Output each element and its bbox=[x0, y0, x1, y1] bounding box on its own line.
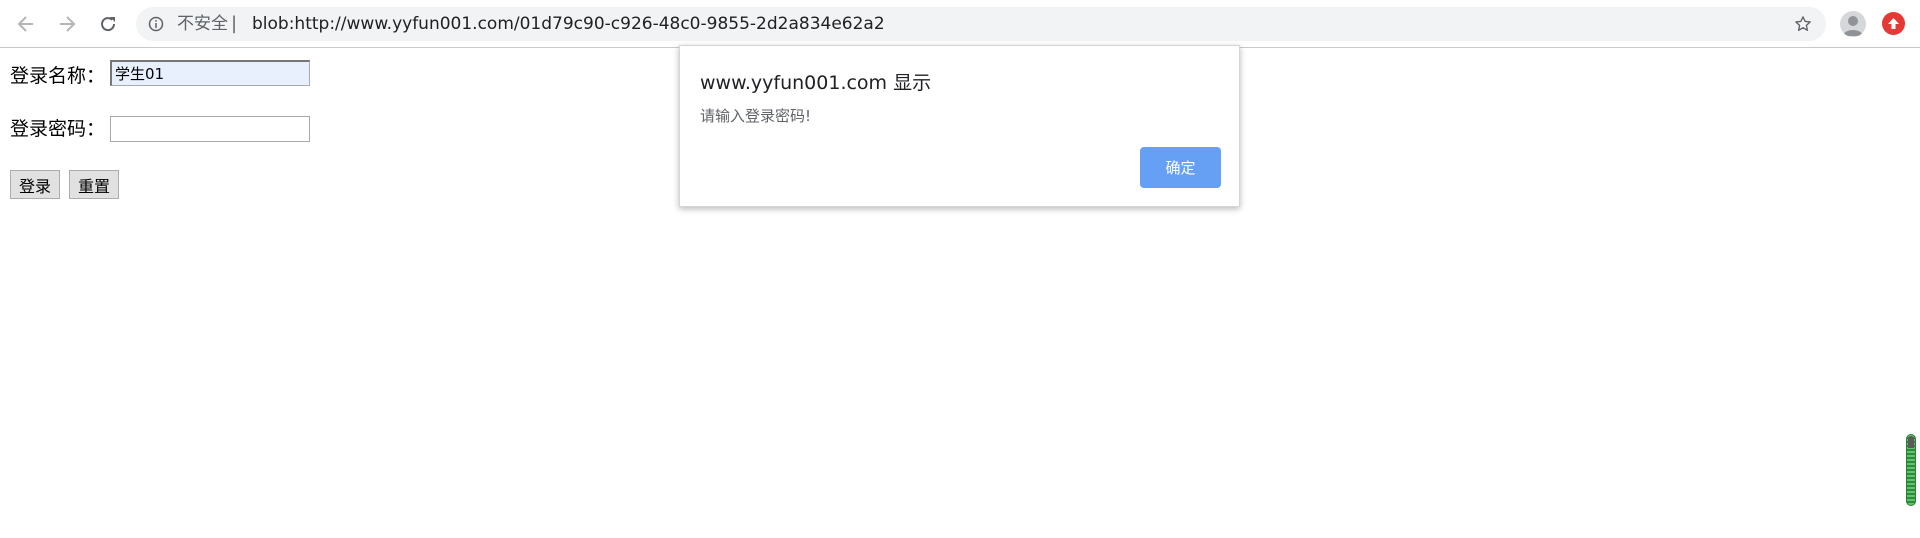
reload-icon bbox=[101, 17, 116, 32]
reset-button[interactable]: 重置 bbox=[69, 170, 120, 199]
dialog-title: www.yyfun001.com 显示 bbox=[700, 72, 932, 94]
arrow-right-icon bbox=[60, 16, 76, 32]
back-button[interactable] bbox=[14, 12, 38, 36]
login-button[interactable]: 登录 bbox=[10, 170, 61, 199]
red-upload-icon bbox=[1888, 18, 1899, 29]
info-circle-icon[interactable] bbox=[148, 16, 164, 32]
avatar[interactable] bbox=[1840, 11, 1866, 37]
address-bar[interactable]: 不安全 | blob:http://www.yyfun001.com/01d79… bbox=[136, 7, 1826, 41]
username-input[interactable] bbox=[110, 60, 310, 86]
dialog-message: 请输入登录密码! bbox=[700, 107, 812, 125]
security-label[interactable]: 不安全 bbox=[177, 7, 228, 41]
password-label: 登录密码： bbox=[10, 118, 106, 140]
reload-button[interactable] bbox=[96, 12, 120, 36]
avatar-icon bbox=[1843, 16, 1863, 36]
omnibox-separator: | bbox=[231, 13, 238, 34]
password-input[interactable] bbox=[110, 116, 310, 142]
ok-button[interactable]: 确定 bbox=[1140, 147, 1221, 188]
star-icon[interactable] bbox=[1794, 15, 1812, 33]
url-text[interactable]: blob:http://www.yyfun001.com/01d79c90-c9… bbox=[252, 7, 885, 41]
side-progress-widget[interactable] bbox=[1906, 434, 1916, 506]
arrow-left-icon bbox=[17, 16, 33, 32]
extension-button[interactable] bbox=[1882, 12, 1905, 35]
username-label: 登录名称： bbox=[10, 65, 106, 87]
browser-toolbar: 不安全 | blob:http://www.yyfun001.com/01d79… bbox=[0, 0, 1920, 48]
forward-button[interactable] bbox=[55, 12, 79, 36]
alert-dialog: www.yyfun001.com 显示 请输入登录密码! 确定 bbox=[679, 45, 1240, 207]
